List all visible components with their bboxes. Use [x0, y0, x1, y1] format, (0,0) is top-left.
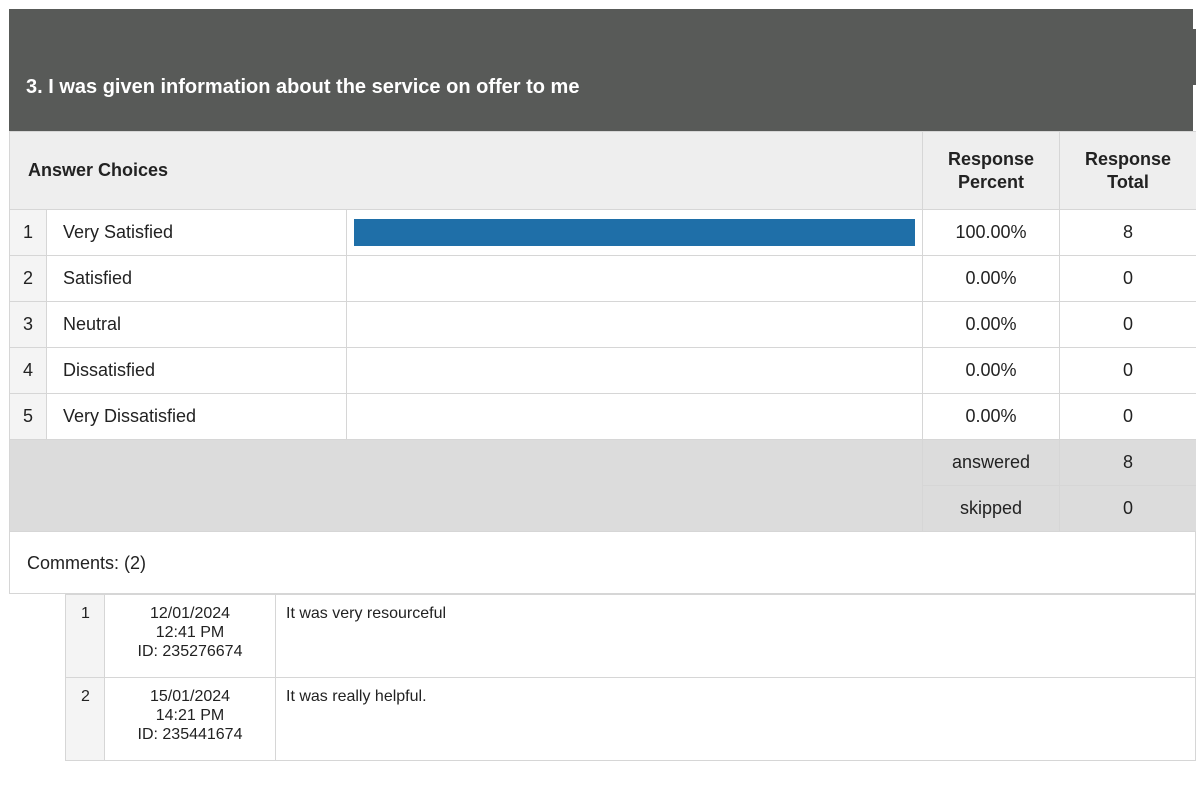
- skipped-label: skipped: [922, 485, 1060, 532]
- comment-meta: 15/01/2024 14:21 PM ID: 235441674: [104, 677, 276, 761]
- answer-percent: 0.00%: [922, 301, 1060, 348]
- comments-table: 1 12/01/2024 12:41 PM ID: 235276674 It w…: [65, 594, 1196, 761]
- answer-percent: 0.00%: [922, 393, 1060, 440]
- comment-number: 1: [65, 594, 105, 678]
- comment-date: 15/01/2024: [149, 688, 231, 705]
- results-header-row: Answer Choices Response Percent Response…: [9, 131, 1196, 210]
- header-total-line2: Total: [1107, 171, 1149, 192]
- answer-number: 5: [9, 393, 47, 440]
- answer-number: 1: [9, 209, 47, 256]
- answer-number: 3: [9, 301, 47, 348]
- answer-bar-cell: [346, 393, 923, 440]
- comment-time: 14:21 PM: [155, 707, 225, 724]
- header-response-total: Response Total: [1059, 131, 1196, 210]
- answer-total: 0: [1059, 347, 1196, 394]
- header-response-percent: Response Percent: [922, 131, 1060, 210]
- answer-percent: 100.00%: [922, 209, 1060, 256]
- results-table: Answer Choices Response Percent Response…: [9, 131, 1196, 532]
- answered-row: answered 8: [9, 439, 1196, 532]
- answer-total: 0: [1059, 393, 1196, 440]
- comment-id: ID: 235276674: [137, 643, 243, 660]
- answer-row: 4 Dissatisfied 0.00% 0: [9, 347, 1196, 394]
- answer-row: 3 Neutral 0.00% 0: [9, 301, 1196, 348]
- comment-row: 1 12/01/2024 12:41 PM ID: 235276674 It w…: [65, 594, 1196, 678]
- answer-total: 8: [1059, 209, 1196, 256]
- answer-total: 0: [1059, 301, 1196, 348]
- answer-label: Dissatisfied: [46, 347, 347, 394]
- comment-row: 2 15/01/2024 14:21 PM ID: 235441674 It w…: [65, 677, 1196, 761]
- header-percent-line2: Percent: [957, 171, 1025, 192]
- answer-bar-cell: [346, 209, 923, 256]
- answer-label: Very Satisfied: [46, 209, 347, 256]
- answer-percent: 0.00%: [922, 347, 1060, 394]
- survey-question-panel: 3. I was given information about the ser…: [9, 9, 1196, 761]
- question-header: 3. I was given information about the ser…: [9, 9, 1196, 131]
- header-answer-choices: Answer Choices: [9, 131, 923, 210]
- comment-number: 2: [65, 677, 105, 761]
- answered-label: answered: [922, 439, 1060, 486]
- skipped-value: 0: [1059, 485, 1196, 532]
- comment-text: It was very resourceful: [275, 594, 1196, 678]
- comments-heading: Comments: (2): [9, 532, 1196, 594]
- answer-total: 0: [1059, 255, 1196, 302]
- answer-number: 4: [9, 347, 47, 394]
- answer-percent: 0.00%: [922, 255, 1060, 302]
- header-percent-line1: Response: [947, 148, 1035, 169]
- summary-blank: [9, 439, 923, 532]
- answer-number: 2: [9, 255, 47, 302]
- answer-row: 1 Very Satisfied 100.00% 8: [9, 209, 1196, 256]
- question-title: 3. I was given information about the ser…: [26, 76, 580, 98]
- answer-bar-cell: [346, 255, 923, 302]
- answer-bar-cell: [346, 301, 923, 348]
- comment-time: 12:41 PM: [155, 624, 225, 641]
- header-total-line1: Response: [1084, 148, 1172, 169]
- answered-value: 8: [1059, 439, 1196, 486]
- comment-text: It was really helpful.: [275, 677, 1196, 761]
- answer-row: 2 Satisfied 0.00% 0: [9, 255, 1196, 302]
- answer-row: 5 Very Dissatisfied 0.00% 0: [9, 393, 1196, 440]
- comment-meta: 12/01/2024 12:41 PM ID: 235276674: [104, 594, 276, 678]
- answer-label: Satisfied: [46, 255, 347, 302]
- answer-label: Very Dissatisfied: [46, 393, 347, 440]
- comment-date: 12/01/2024: [149, 605, 231, 622]
- comment-id: ID: 235441674: [137, 726, 243, 743]
- answer-bar-cell: [346, 347, 923, 394]
- answer-label: Neutral: [46, 301, 347, 348]
- answer-bar: [354, 219, 915, 246]
